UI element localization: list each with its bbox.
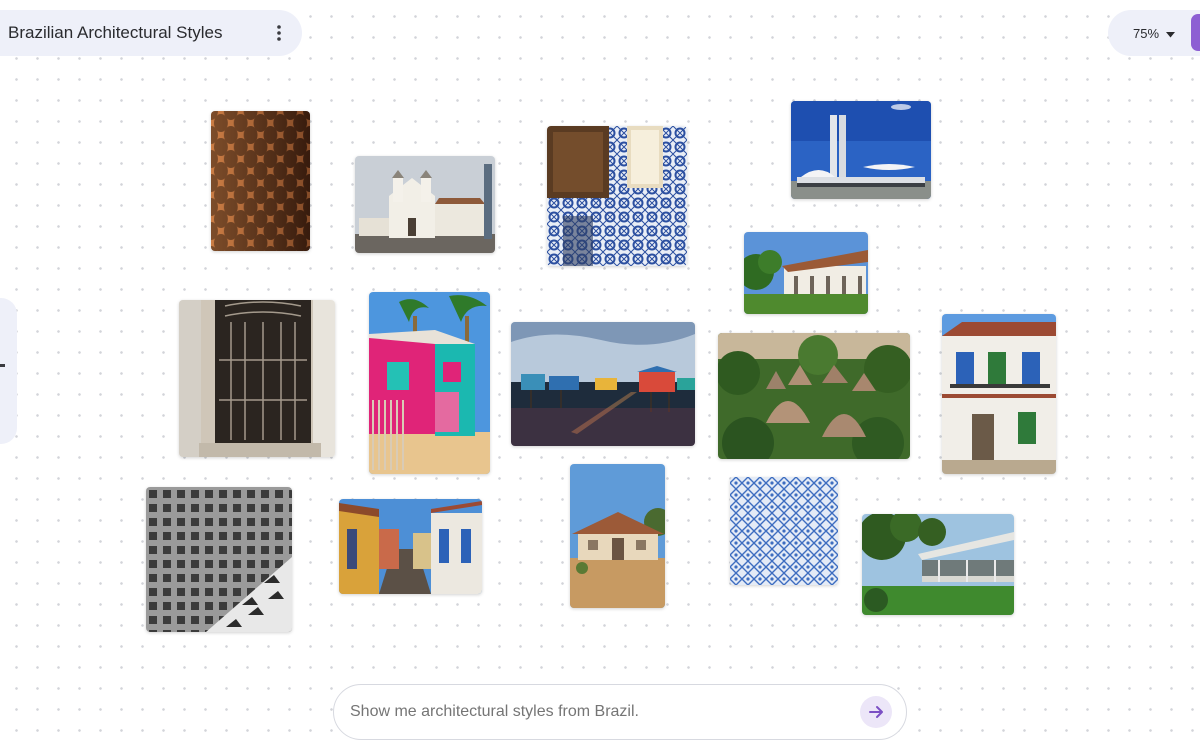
zoom-control[interactable]: 75% [1108, 10, 1200, 56]
canvas-title-bar: Brazilian Architectural Styles [0, 10, 302, 56]
arrow-right-icon [869, 706, 883, 718]
image-indigenous-thatched-huts[interactable] [718, 333, 910, 459]
zoom-level: 75% [1133, 25, 1160, 41]
image-azulejo-tiled-interior[interactable] [547, 126, 687, 266]
image-rural-adobe-house[interactable] [570, 464, 665, 608]
side-panel-tab[interactable] [0, 298, 17, 444]
more-vertical-icon[interactable] [266, 20, 292, 46]
caret-down-icon [1166, 25, 1176, 43]
image-concrete-cobogo-wall[interactable] [146, 487, 292, 632]
image-colonial-townhouse-blue-shutters[interactable] [942, 314, 1056, 474]
prompt-input[interactable] [350, 703, 860, 721]
image-brasilia-national-congress[interactable] [791, 101, 931, 199]
image-colonial-white-church[interactable] [355, 156, 495, 253]
image-modernist-house-garden[interactable] [862, 514, 1014, 615]
prompt-bar [333, 684, 907, 740]
image-blue-azulejo-tile-pattern[interactable] [730, 477, 838, 585]
send-button[interactable] [860, 696, 892, 728]
action-button[interactable] [1191, 14, 1200, 51]
image-colonial-street-houses[interactable] [339, 499, 482, 594]
image-stilt-houses-on-water[interactable] [511, 322, 695, 446]
image-colonial-veranda-house[interactable] [744, 232, 868, 314]
image-cobogo-brick-pattern[interactable] [211, 111, 310, 251]
panel-handle-icon [0, 364, 5, 367]
canvas-title[interactable]: Brazilian Architectural Styles [8, 23, 266, 43]
image-colorful-beach-house[interactable] [369, 292, 490, 474]
image-wrought-iron-window[interactable] [179, 300, 335, 457]
